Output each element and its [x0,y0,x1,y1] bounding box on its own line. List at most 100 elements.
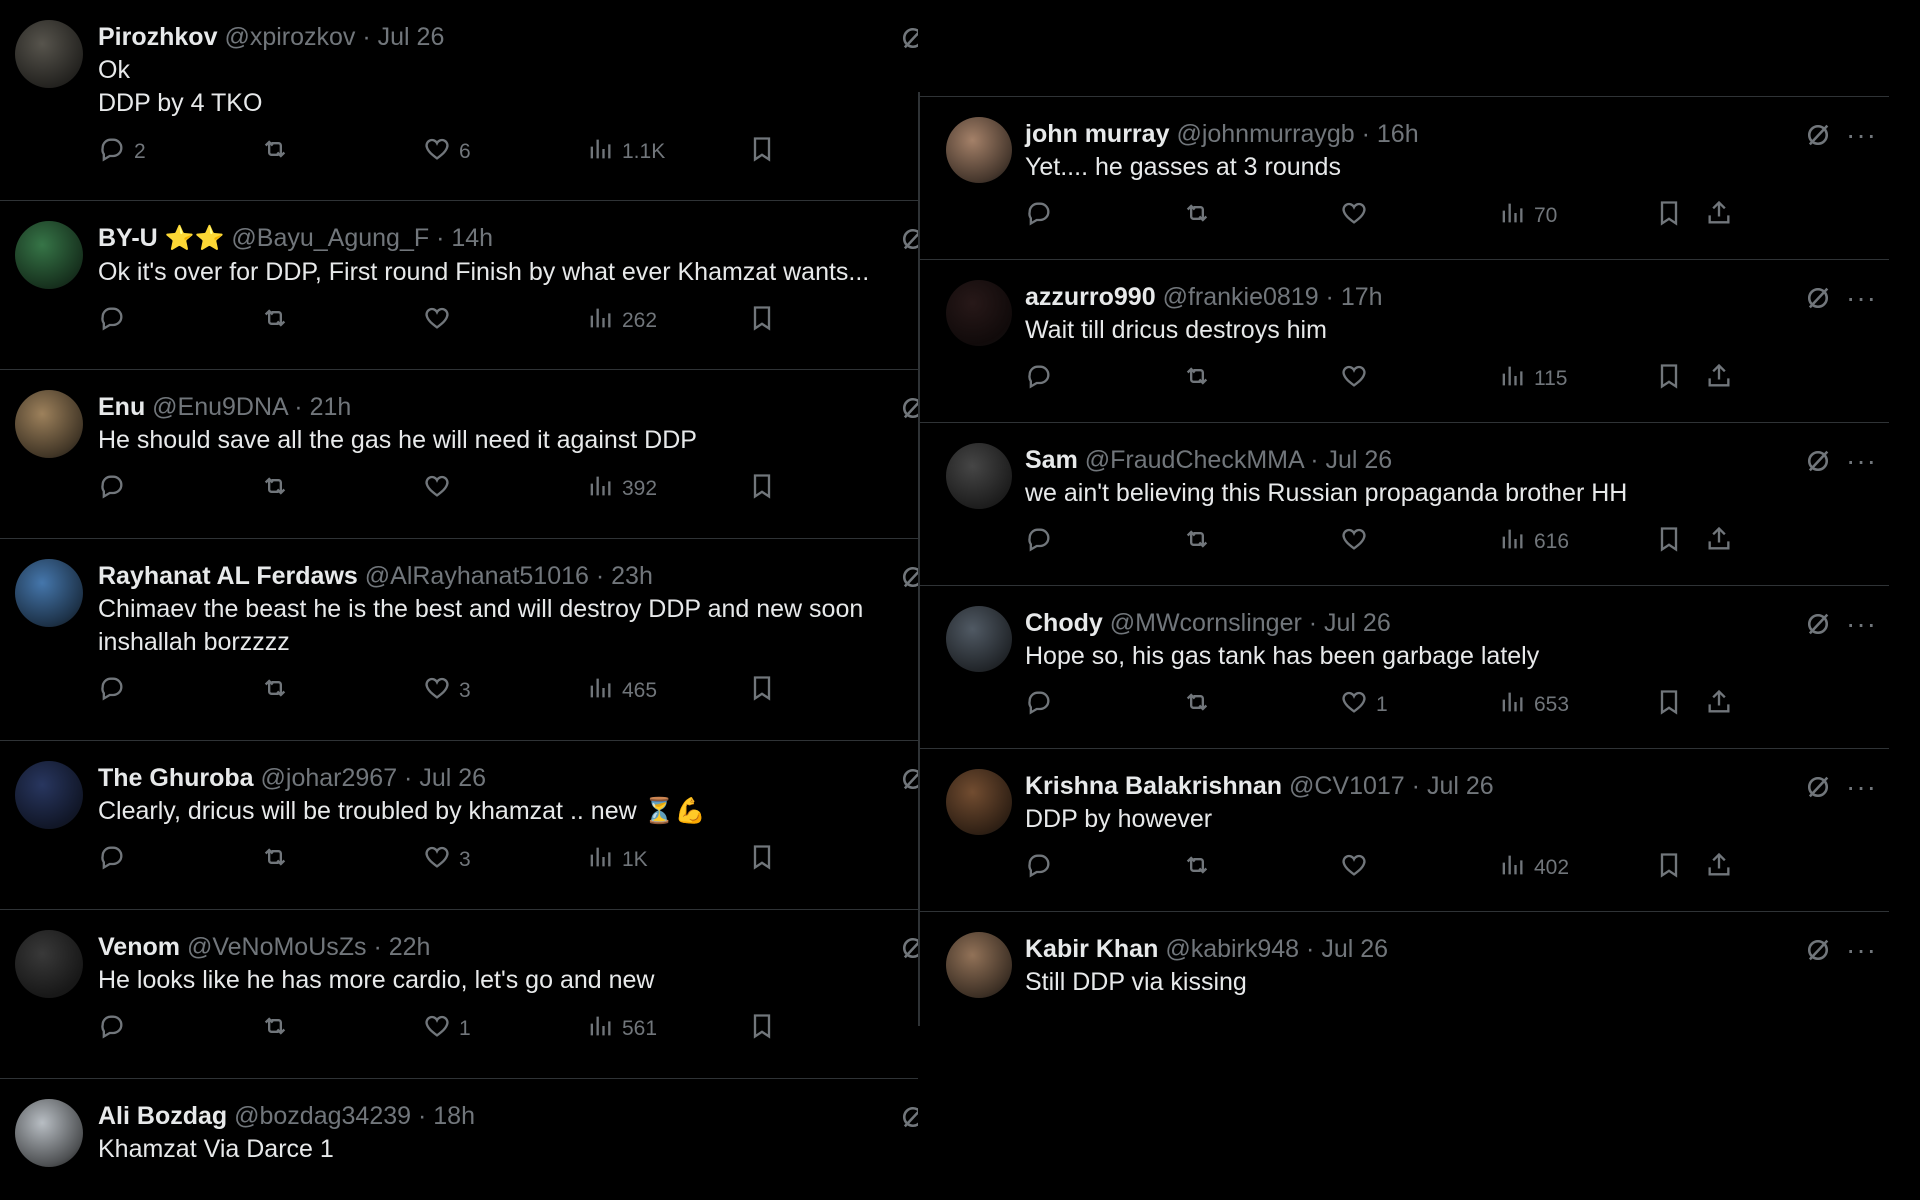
tweet[interactable]: Venom @VeNoMoUsZs · 22h He looks like he … [0,910,918,1079]
grok-button[interactable] [899,563,918,596]
display-name[interactable]: john murray [1025,120,1169,148]
reply-button[interactable] [1025,361,1061,397]
tweet[interactable]: azzurro990 @frankie0819 · 17h Wait till d… [920,260,1889,423]
bookmark-button[interactable] [1655,361,1683,397]
tweet[interactable]: Chody @MWcornslinger · Jul 26 Hope so, hi… [920,586,1889,749]
tweet[interactable]: Enu @Enu9DNA · 21h He should save all the… [0,370,918,539]
timestamp[interactable]: Jul 26 [419,764,486,792]
like-button[interactable]: 6 [423,134,471,170]
tweet[interactable]: The Ghuroba @johar2967 · Jul 26 Clearly, … [0,741,918,910]
like-button[interactable]: 1 [423,1011,471,1047]
user-handle[interactable]: @FraudCheckMMA [1085,446,1304,474]
display-name[interactable]: Sam [1025,446,1078,474]
grok-button[interactable] [899,24,918,57]
reply-button[interactable] [1025,524,1061,560]
bookmark-button[interactable] [1655,198,1683,234]
like-button[interactable]: 1 [1340,687,1388,723]
display-name[interactable]: Kabir Khan [1025,935,1158,963]
views-button[interactable]: 465 [586,673,657,709]
user-handle[interactable]: @AlRayhanat51016 [365,562,589,590]
grok-button[interactable] [899,225,918,258]
bookmark-button[interactable] [1655,687,1683,723]
views-button[interactable]: 616 [1498,524,1569,560]
grok-button[interactable] [1804,447,1832,480]
avatar[interactable] [946,280,1012,346]
timestamp[interactable]: 21h [310,393,352,421]
more-button[interactable]: ··· [1846,282,1877,314]
avatar[interactable] [946,117,1012,183]
tweet[interactable]: BY-U ⭐⭐ @Bayu_Agung_F · 14h Ok it's over … [0,201,918,370]
retweet-button[interactable] [261,303,289,339]
timestamp[interactable]: Jul 26 [1321,935,1388,963]
bookmark-button[interactable] [748,842,776,878]
reply-button[interactable] [98,303,134,339]
grok-button[interactable] [899,394,918,427]
avatar[interactable] [15,20,83,88]
reply-button[interactable] [1025,850,1061,886]
grok-button[interactable] [899,765,918,798]
bookmark-button[interactable] [748,673,776,709]
avatar[interactable] [15,390,83,458]
display-name[interactable]: Krishna Balakrishnan [1025,772,1282,800]
bookmark-button[interactable] [748,303,776,339]
grok-button[interactable] [1804,284,1832,317]
bookmark-button[interactable] [748,134,776,170]
more-button[interactable]: ··· [1846,445,1877,477]
more-button[interactable]: ··· [1846,608,1877,640]
user-handle[interactable]: @kabirk948 [1165,935,1299,963]
reply-button[interactable] [98,673,134,709]
retweet-button[interactable] [261,471,289,507]
grok-button[interactable] [1804,610,1832,643]
views-button[interactable]: 392 [586,471,657,507]
retweet-button[interactable] [1183,850,1211,886]
bookmark-button[interactable] [748,471,776,507]
user-handle[interactable]: @bozdag34239 [234,1102,411,1130]
reply-button[interactable] [98,842,134,878]
views-button[interactable]: 653 [1498,687,1569,723]
like-button[interactable]: 3 [423,673,471,709]
timestamp[interactable]: Jul 26 [1324,609,1391,637]
timestamp[interactable]: 22h [389,933,431,961]
user-handle[interactable]: @johnmurraygb [1176,120,1354,148]
views-button[interactable]: 1.1K [586,134,665,170]
reply-button[interactable] [1025,687,1061,723]
display-name[interactable]: Enu [98,393,145,421]
user-handle[interactable]: @xpirozkov [224,23,355,51]
tweet[interactable]: Sam @FraudCheckMMA · Jul 26 we ain't beli… [920,423,1889,586]
more-button[interactable]: ··· [1846,119,1877,151]
timestamp[interactable]: Jul 26 [1427,772,1494,800]
avatar[interactable] [15,221,83,289]
display-name[interactable]: BY-U [98,224,158,252]
tweet[interactable]: Rayhanat AL Ferdaws @AlRayhanat51016 · 2… [0,539,918,741]
avatar[interactable] [946,443,1012,509]
user-handle[interactable]: @MWcornslinger [1110,609,1302,637]
grok-button[interactable] [1804,121,1832,154]
timestamp[interactable]: 23h [611,562,653,590]
avatar[interactable] [946,606,1012,672]
grok-button[interactable] [899,934,918,967]
views-button[interactable]: 402 [1498,850,1569,886]
timestamp[interactable]: 17h [1341,283,1383,311]
display-name[interactable]: Pirozhkov [98,23,217,51]
like-button[interactable] [423,303,459,339]
like-button[interactable] [1340,850,1376,886]
display-name[interactable]: The Ghuroba [98,764,254,792]
display-name[interactable]: Rayhanat AL Ferdaws [98,562,358,590]
retweet-button[interactable] [261,842,289,878]
bookmark-button[interactable] [748,1011,776,1047]
timestamp[interactable]: Jul 26 [378,23,445,51]
bookmark-button[interactable] [1655,850,1683,886]
user-handle[interactable]: @Bayu_Agung_F [231,224,429,252]
user-handle[interactable]: @johar2967 [261,764,398,792]
like-button[interactable] [423,471,459,507]
like-button[interactable] [1340,198,1376,234]
avatar[interactable] [15,761,83,829]
reply-button[interactable] [98,471,134,507]
tweet[interactable]: Ali Bozdag @bozdag34239 · 18h Khamzat Via… [0,1079,918,1200]
avatar[interactable] [15,930,83,998]
like-button[interactable] [1340,524,1376,560]
avatar[interactable] [15,1099,83,1167]
timestamp[interactable]: Jul 26 [1325,446,1392,474]
reply-button[interactable] [1025,198,1061,234]
views-button[interactable]: 262 [586,303,657,339]
